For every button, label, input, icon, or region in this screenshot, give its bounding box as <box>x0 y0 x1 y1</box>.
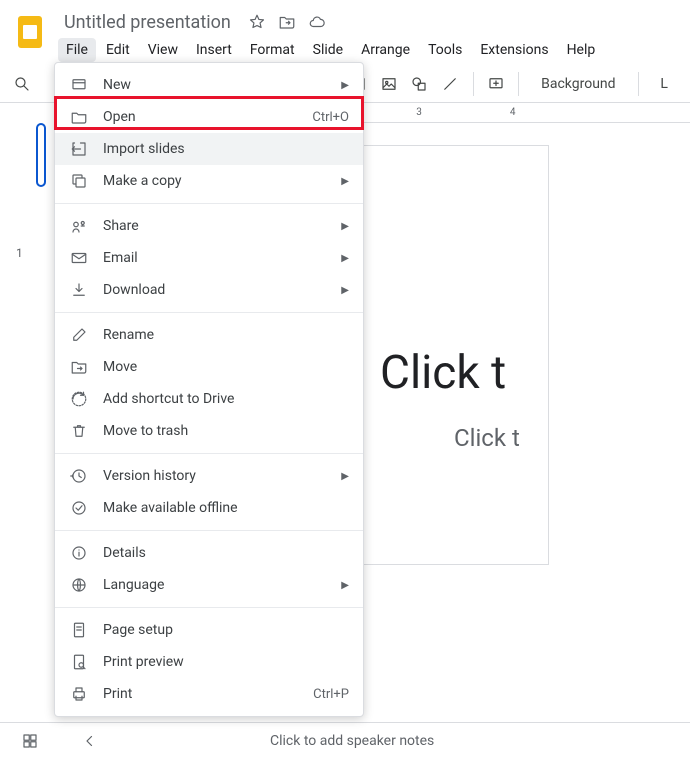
print-preview-icon <box>69 652 89 672</box>
menu-item-print[interactable]: PrintCtrl+P <box>55 678 363 710</box>
menu-item-rename[interactable]: Rename <box>55 319 363 351</box>
menu-divider <box>55 530 363 531</box>
menu-divider <box>55 203 363 204</box>
menu-item-version-history[interactable]: Version history▶ <box>55 460 363 492</box>
menu-tools[interactable]: Tools <box>420 38 470 62</box>
menu-item-move[interactable]: Move <box>55 351 363 383</box>
cloud-status-icon[interactable] <box>307 12 327 32</box>
menu-arrange[interactable]: Arrange <box>353 38 418 62</box>
menu-item-language[interactable]: Language▶ <box>55 569 363 601</box>
menu-item-label: Version history <box>103 468 341 484</box>
submenu-arrow-icon: ▶ <box>341 285 349 296</box>
download-icon <box>69 280 89 300</box>
menu-divider <box>55 312 363 313</box>
trash-icon <box>69 421 89 441</box>
star-icon[interactable] <box>247 12 267 32</box>
menu-item-make-available-offline[interactable]: Make available offline <box>55 492 363 524</box>
menu-item-import-slides[interactable]: Import slides <box>55 133 363 165</box>
globe-icon <box>69 575 89 595</box>
menu-view[interactable]: View <box>140 38 186 62</box>
slide-title-placeholder[interactable]: Click t <box>380 346 548 400</box>
menu-item-label: Import slides <box>103 141 349 157</box>
slide-new-icon <box>69 75 89 95</box>
menu-item-label: New <box>103 77 341 93</box>
menu-file[interactable]: File <box>58 38 96 62</box>
grid-view-icon[interactable] <box>20 731 40 751</box>
slide-subtitle-placeholder[interactable]: Click t <box>380 424 548 452</box>
menu-item-email[interactable]: Email▶ <box>55 242 363 274</box>
menu-item-label: Language <box>103 577 341 593</box>
menu-insert[interactable]: Insert <box>188 38 240 62</box>
menu-item-label: Print <box>103 686 313 702</box>
menu-item-label: Share <box>103 218 341 234</box>
background-button[interactable]: Background <box>531 72 625 96</box>
menu-item-move-to-trash[interactable]: Move to trash <box>55 415 363 447</box>
menu-format[interactable]: Format <box>242 38 303 62</box>
menu-item-new[interactable]: New▶ <box>55 69 363 101</box>
copy-icon <box>69 171 89 191</box>
rename-icon <box>69 325 89 345</box>
menubar: File Edit View Insert Format Slide Arran… <box>58 38 678 62</box>
menu-edit[interactable]: Edit <box>98 38 138 62</box>
add-comment-icon[interactable] <box>485 72 506 96</box>
menu-item-open[interactable]: OpenCtrl+O <box>55 101 363 133</box>
slide-thumbnail[interactable] <box>36 123 46 187</box>
prev-slide-icon[interactable] <box>80 731 100 751</box>
menu-divider <box>55 607 363 608</box>
share-icon <box>69 216 89 236</box>
menu-item-label: Move <box>103 359 349 375</box>
menu-extensions[interactable]: Extensions <box>472 38 556 62</box>
submenu-arrow-icon: ▶ <box>341 80 349 91</box>
menu-item-print-preview[interactable]: Print preview <box>55 646 363 678</box>
menu-item-shortcut: Ctrl+P <box>313 687 349 702</box>
line-icon[interactable] <box>440 72 461 96</box>
shape-icon[interactable] <box>409 72 430 96</box>
menu-item-label: Page setup <box>103 622 349 638</box>
slides-logo-icon[interactable] <box>12 8 48 56</box>
move-to-folder-icon[interactable] <box>277 12 297 32</box>
menu-item-label: Email <box>103 250 341 266</box>
move-icon <box>69 357 89 377</box>
menu-item-label: Open <box>103 109 312 125</box>
import-icon <box>69 139 89 159</box>
menu-item-label: Make available offline <box>103 500 349 516</box>
menu-item-label: Print preview <box>103 654 349 670</box>
menu-item-details[interactable]: Details <box>55 537 363 569</box>
menu-item-label: Rename <box>103 327 349 343</box>
menu-item-make-a-copy[interactable]: Make a copy▶ <box>55 165 363 197</box>
document-title[interactable]: Untitled presentation <box>58 10 237 35</box>
menu-item-download[interactable]: Download▶ <box>55 274 363 306</box>
folder-open-icon <box>69 107 89 127</box>
submenu-arrow-icon: ▶ <box>341 221 349 232</box>
speaker-notes-input[interactable]: Click to add speaker notes <box>140 733 670 749</box>
page-setup-icon <box>69 620 89 640</box>
menu-item-label: Download <box>103 282 341 298</box>
submenu-arrow-icon: ▶ <box>341 580 349 591</box>
menu-item-label: Details <box>103 545 349 561</box>
submenu-arrow-icon: ▶ <box>341 471 349 482</box>
slide-number: 1 <box>16 246 23 260</box>
menu-item-shortcut: Ctrl+O <box>312 110 349 125</box>
offline-icon <box>69 498 89 518</box>
file-menu-dropdown: New▶OpenCtrl+OImport slidesMake a copy▶S… <box>54 62 364 717</box>
shortcut-icon <box>69 389 89 409</box>
menu-divider <box>55 453 363 454</box>
search-menus-icon[interactable] <box>12 72 33 96</box>
submenu-arrow-icon: ▶ <box>341 253 349 264</box>
history-icon <box>69 466 89 486</box>
menu-item-label: Make a copy <box>103 173 341 189</box>
menu-item-page-setup[interactable]: Page setup <box>55 614 363 646</box>
menu-help[interactable]: Help <box>559 38 604 62</box>
menu-slide[interactable]: Slide <box>305 38 351 62</box>
info-icon <box>69 543 89 563</box>
print-icon <box>69 684 89 704</box>
email-icon <box>69 248 89 268</box>
menu-item-add-shortcut-to-drive[interactable]: Add shortcut to Drive <box>55 383 363 415</box>
menu-item-share[interactable]: Share▶ <box>55 210 363 242</box>
insert-image-icon[interactable] <box>378 72 399 96</box>
submenu-arrow-icon: ▶ <box>341 176 349 187</box>
menu-item-label: Move to trash <box>103 423 349 439</box>
menu-item-label: Add shortcut to Drive <box>103 391 349 407</box>
layout-button[interactable]: L <box>650 72 678 96</box>
